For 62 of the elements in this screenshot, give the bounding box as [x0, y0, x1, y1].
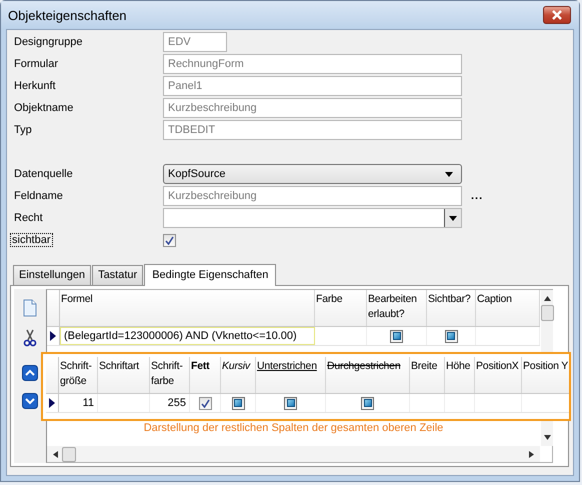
scissors-icon[interactable]: [23, 329, 37, 347]
scroll-right-icon[interactable]: [529, 450, 534, 458]
checkbox[interactable]: [390, 330, 403, 342]
text-field[interactable]: Panel1: [163, 76, 462, 96]
new-document-icon[interactable]: [22, 299, 38, 317]
column-header[interactable]: Breite: [410, 357, 445, 393]
column-header[interactable]: PositionX: [475, 357, 522, 393]
field-label: Formular: [14, 58, 60, 70]
checkbox[interactable]: [284, 396, 297, 410]
dropdown[interactable]: KopfSource: [163, 164, 462, 184]
tab[interactable]: Tastatur: [92, 265, 144, 285]
annotation-text: Darstellung der restlichen Spalten der gesamten oberen Zeile: [142, 421, 444, 436]
dropdown-arrow-icon: [445, 172, 453, 176]
column-header[interactable]: Schriftart: [98, 357, 150, 393]
column-header[interactable]: Formel: [60, 290, 315, 326]
field-label: sichtbar: [11, 234, 52, 246]
field-label: Designgruppe: [14, 36, 84, 48]
checkbox[interactable]: [232, 396, 244, 410]
column-header[interactable]: Durchgestrichen: [326, 357, 410, 393]
checkbox[interactable]: [163, 234, 176, 246]
close-button[interactable]: [543, 6, 571, 24]
field-label: Herkunft: [14, 80, 57, 92]
column-header[interactable]: Bearbeiten erlaubt?: [367, 290, 427, 326]
field-label: Typ: [14, 124, 33, 136]
table-cell: 255: [168, 397, 186, 409]
dropdown-arrow-icon: [449, 216, 457, 220]
field-label: Datenquelle: [14, 168, 74, 180]
tab[interactable]: Bedingte Eigenschaften: [144, 264, 276, 286]
column-header[interactable]: Schrift-größe: [59, 357, 98, 393]
scrollbar-thumb[interactable]: [62, 446, 76, 462]
field-label: Objektname: [14, 102, 74, 114]
column-header[interactable]: Sichtbar?: [427, 290, 476, 326]
scroll-down-icon[interactable]: [544, 435, 550, 440]
checkbox[interactable]: [198, 396, 212, 410]
text-field[interactable]: RechnungForm: [163, 54, 462, 74]
column-header[interactable]: Unterstrichen: [256, 357, 326, 393]
table-cell: 11: [82, 397, 94, 409]
field-label: Feldname: [14, 190, 64, 202]
window-title: Objekteigenschaften: [8, 8, 127, 22]
column-header[interactable]: Fett: [190, 357, 221, 393]
column-header[interactable]: Höhe: [445, 357, 475, 393]
close-icon: [551, 10, 563, 20]
text-field[interactable]: Kurzbeschreibung: [163, 98, 462, 118]
move-up-icon[interactable]: [22, 365, 38, 381]
column-header[interactable]: Kursiv: [221, 357, 256, 393]
move-down-icon[interactable]: [22, 393, 38, 409]
scroll-left-icon[interactable]: [53, 450, 58, 458]
column-header[interactable]: Farbe: [315, 290, 367, 326]
browse-button[interactable]: ...: [471, 190, 484, 202]
column-header[interactable]: Position Y: [522, 357, 569, 393]
scrollbar-thumb[interactable]: [540, 305, 554, 321]
column-header[interactable]: Caption: [476, 290, 540, 326]
field-label: Recht: [14, 212, 44, 224]
checkbox[interactable]: [361, 396, 374, 410]
table-cell: (BelegartId=123000006) AND (Vknetto<=10.00): [64, 330, 297, 342]
text-field[interactable]: EDV: [163, 32, 227, 52]
tab[interactable]: Einstellungen: [13, 265, 92, 285]
column-header[interactable]: Schrift-farbe: [150, 357, 190, 393]
text-field[interactable]: Kurzbeschreibung: [163, 186, 462, 206]
text-field[interactable]: TDBEDIT: [163, 120, 462, 140]
checkbox[interactable]: [444, 330, 458, 342]
scroll-up-icon[interactable]: [544, 296, 550, 301]
